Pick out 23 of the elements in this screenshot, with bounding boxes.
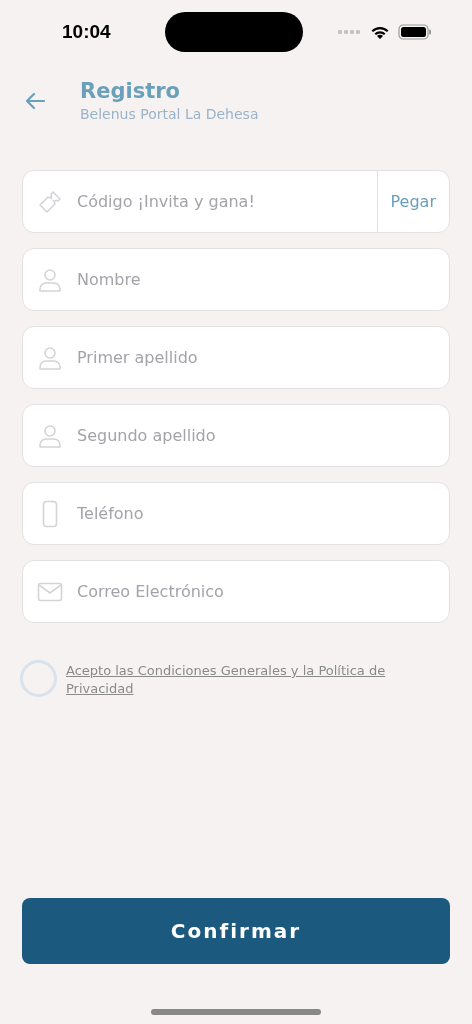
input-field[interactable]: Nombre xyxy=(22,248,450,311)
person-icon xyxy=(38,344,62,371)
back-button[interactable] xyxy=(24,90,46,112)
input-field[interactable]: Primer apellido xyxy=(22,326,450,389)
person-icon xyxy=(38,266,62,293)
terms-checkbox[interactable] xyxy=(20,660,57,697)
signal-icon xyxy=(338,29,362,35)
confirm-button[interactable]: Confirmar xyxy=(22,898,450,964)
wifi-icon xyxy=(370,24,390,40)
back-arrow-icon xyxy=(25,92,45,110)
input-field[interactable]: Teléfono xyxy=(22,482,450,545)
battery-icon xyxy=(398,24,432,40)
ticket-icon xyxy=(37,188,63,215)
input-field[interactable]: Segundo apellido xyxy=(22,404,450,467)
person-icon xyxy=(38,422,62,449)
status-time: 10:04 xyxy=(62,19,111,44)
phone-icon xyxy=(42,499,58,528)
mail-icon xyxy=(37,581,63,602)
page-subtitle: Belenus Portal La Dehesa xyxy=(80,105,259,124)
page-title: Registro xyxy=(80,78,181,104)
terms-link[interactable]: Acepto las Condiciones Generales y la Política de Privacidad xyxy=(66,662,406,698)
input-field[interactable]: Correo Electrónico xyxy=(22,560,450,623)
paste-button[interactable]: Pegar xyxy=(376,171,449,232)
